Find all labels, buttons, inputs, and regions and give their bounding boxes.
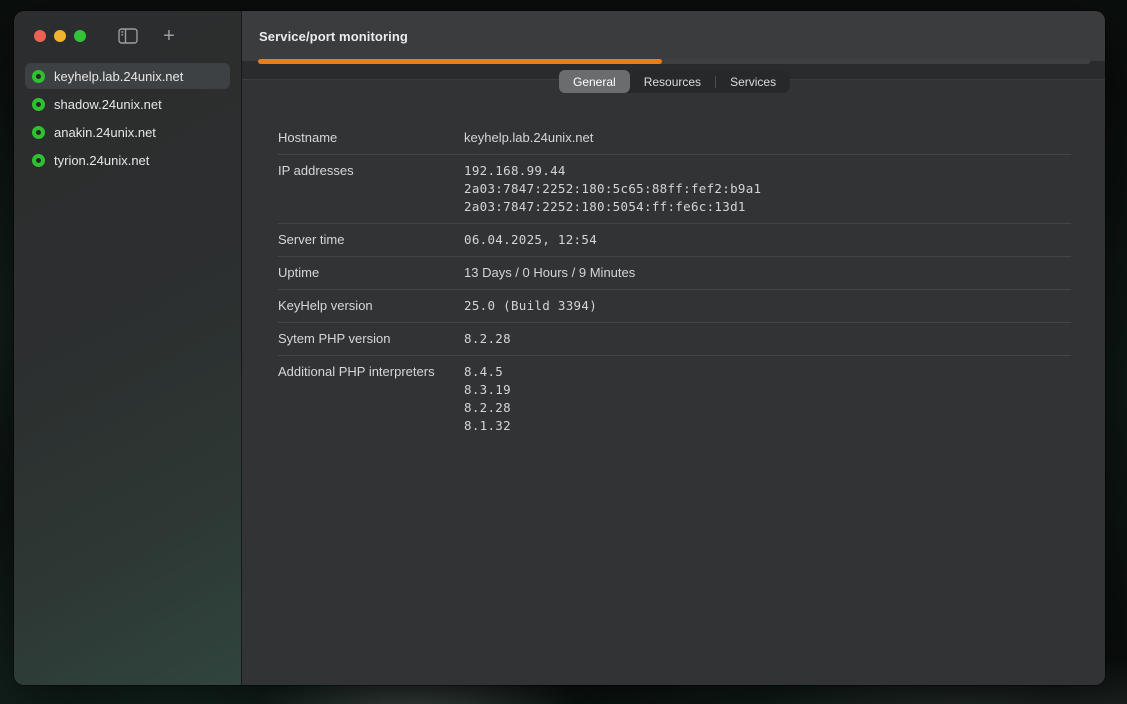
row-values: 192.168.99.442a03:7847:2252:180:5c65:88f… [464, 162, 761, 216]
status-online-icon [32, 154, 45, 167]
details-row: Server time 06.04.2025, 12:54 [278, 224, 1071, 257]
details-rows: Hostname keyhelp.lab.24unix.net IP addre… [278, 122, 1071, 442]
row-label: Uptime [278, 264, 464, 282]
row-value-line: 192.168.99.44 [464, 162, 761, 180]
row-value-line: 13 Days / 0 Hours / 9 Minutes [464, 264, 635, 282]
details-row: IP addresses 192.168.99.442a03:7847:2252… [278, 155, 1071, 224]
sidebar-toggle-icon[interactable] [118, 28, 138, 44]
row-label: Sytem PHP version [278, 330, 464, 348]
sidebar-server-item[interactable]: keyhelp.lab.24unix.net [25, 63, 230, 89]
row-value-line: 8.4.5 [464, 363, 511, 381]
row-values: 06.04.2025, 12:54 [464, 231, 597, 249]
row-values: 25.0 (Build 3394) [464, 297, 597, 315]
details-row: Additional PHP interpreters 8.4.58.3.198… [278, 356, 1071, 442]
row-values: 8.2.28 [464, 330, 511, 348]
tab-resources[interactable]: Resources [630, 70, 715, 93]
window-controls: + [14, 11, 241, 61]
status-online-icon [32, 98, 45, 111]
row-value-line: 06.04.2025, 12:54 [464, 231, 597, 249]
add-server-button[interactable]: + [160, 27, 178, 45]
minimize-button[interactable] [54, 30, 66, 42]
close-button[interactable] [34, 30, 46, 42]
server-name: shadow.24unix.net [54, 97, 162, 112]
server-name: tyrion.24unix.net [54, 153, 149, 168]
progress-fill [258, 59, 662, 64]
row-label: Server time [278, 231, 464, 249]
row-value-line: 8.2.28 [464, 399, 511, 417]
row-value-line: 2a03:7847:2252:180:5c65:88ff:fef2:b9a1 [464, 180, 761, 198]
tab-services[interactable]: Services [716, 70, 790, 93]
main-panel: Service/port monitoring GeneralResources… [241, 11, 1105, 685]
titlebar: Service/port monitoring [242, 11, 1105, 61]
row-value-line: 8.3.19 [464, 381, 511, 399]
row-label: Additional PHP interpreters [278, 363, 464, 435]
details-row: Sytem PHP version 8.2.28 [278, 323, 1071, 356]
server-name: anakin.24unix.net [54, 125, 156, 140]
row-value-line: 8.1.32 [464, 417, 511, 435]
row-value-line: keyhelp.lab.24unix.net [464, 129, 593, 147]
server-name: keyhelp.lab.24unix.net [54, 69, 183, 84]
sidebar-server-item[interactable]: shadow.24unix.net [25, 91, 230, 117]
row-value-line: 8.2.28 [464, 330, 511, 348]
row-label: Hostname [278, 129, 464, 147]
details-row: KeyHelp version 25.0 (Build 3394) [278, 290, 1071, 323]
row-label: KeyHelp version [278, 297, 464, 315]
sidebar-server-item[interactable]: tyrion.24unix.net [25, 147, 230, 173]
progress-bar [258, 59, 1090, 64]
row-values: keyhelp.lab.24unix.net [464, 129, 593, 147]
sidebar-server-item[interactable]: anakin.24unix.net [25, 119, 230, 145]
row-values: 13 Days / 0 Hours / 9 Minutes [464, 264, 635, 282]
row-value-line: 2a03:7847:2252:180:5054:ff:fe6c:13d1 [464, 198, 761, 216]
sidebar: + keyhelp.lab.24unix.net shadow.24unix.n… [14, 11, 241, 685]
page-title: Service/port monitoring [259, 29, 408, 44]
row-values: 8.4.58.3.198.2.288.1.32 [464, 363, 511, 435]
server-list: keyhelp.lab.24unix.net shadow.24unix.net… [14, 63, 241, 173]
tab-bar: GeneralResourcesServices [559, 70, 790, 93]
details-panel: Hostname keyhelp.lab.24unix.net IP addre… [242, 80, 1105, 685]
row-value-line: 25.0 (Build 3394) [464, 297, 597, 315]
row-label: IP addresses [278, 162, 464, 216]
zoom-button[interactable] [74, 30, 86, 42]
app-window: + keyhelp.lab.24unix.net shadow.24unix.n… [14, 11, 1105, 685]
details-row: Uptime 13 Days / 0 Hours / 9 Minutes [278, 257, 1071, 290]
status-online-icon [32, 126, 45, 139]
status-online-icon [32, 70, 45, 83]
tab-general[interactable]: General [559, 70, 630, 93]
details-row: Hostname keyhelp.lab.24unix.net [278, 122, 1071, 155]
